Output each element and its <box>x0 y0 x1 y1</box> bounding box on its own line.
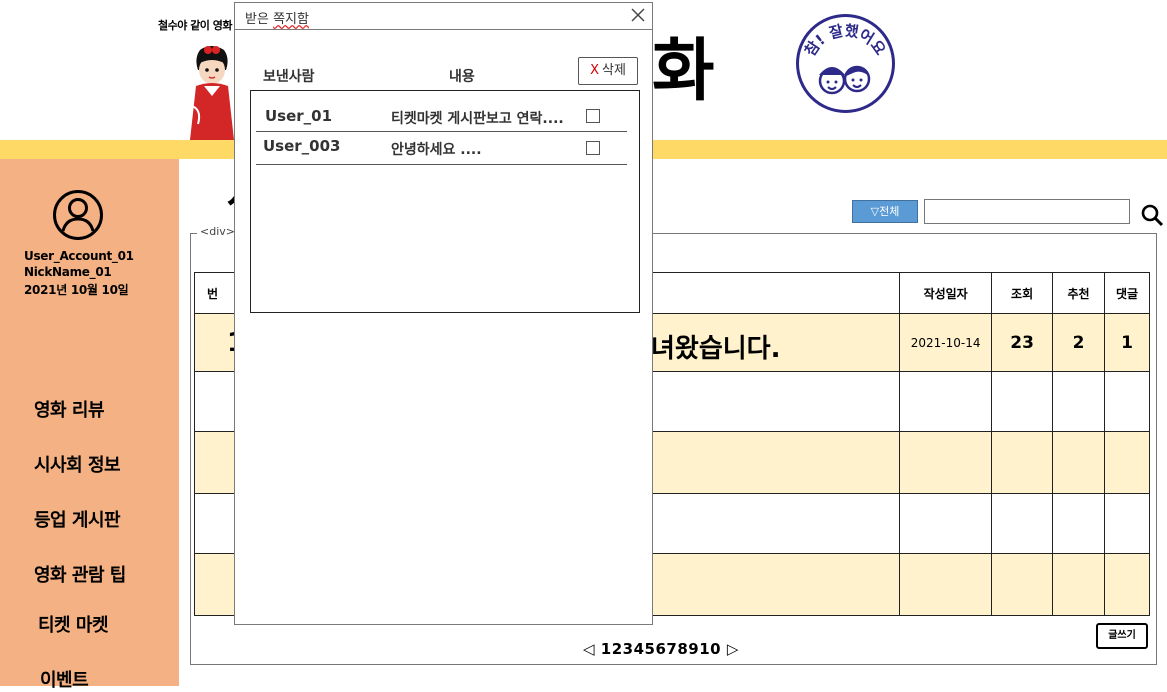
stamp-logo: 참! 잘했어요 <box>796 14 895 113</box>
container-label: <div> <box>197 225 238 238</box>
message-content[interactable]: 안녕하세요 .... <box>391 139 482 159</box>
prev-page-button[interactable]: ◁ <box>583 640 595 658</box>
profile-date: 2021년 10월 10일 <box>24 283 129 297</box>
col-date: 작성일자 <box>899 272 993 314</box>
page-link[interactable]: 6 <box>655 640 666 658</box>
cell-date: 2021-10-14 <box>899 313 993 372</box>
page-link[interactable]: 1 <box>601 640 612 658</box>
pagination: ◁ 12345678910 ▷ <box>583 640 739 658</box>
search-icon[interactable] <box>1140 203 1164 227</box>
sidebar-item-preview-info[interactable]: 시사회 정보 <box>34 451 121 477</box>
message-checkbox[interactable] <box>586 109 600 123</box>
close-icon[interactable] <box>629 6 647 24</box>
page-link[interactable]: 8 <box>677 640 688 658</box>
user-avatar-icon[interactable] <box>52 189 104 241</box>
page-link[interactable]: 7 <box>666 640 677 658</box>
page-link[interactable]: 3 <box>623 640 634 658</box>
page-link[interactable]: 9 <box>688 640 699 658</box>
message-content[interactable]: 티켓마켓 게시판보고 연락.... <box>391 108 564 128</box>
message-list: User_01 티켓마켓 게시판보고 연락.... User_003 안녕하세요… <box>250 90 640 313</box>
sidebar-item-viewing-tips[interactable]: 영화 관람 팁 <box>34 561 126 587</box>
col-recommend: 추천 <box>1052 272 1106 314</box>
delete-button[interactable]: X 삭제 <box>578 57 638 85</box>
page-link[interactable]: 5 <box>645 640 656 658</box>
divider <box>256 164 627 165</box>
sidebar-item-ticket-market[interactable]: 티켓 마켓 <box>38 611 109 637</box>
profile-nickname: NickName_01 <box>24 265 112 279</box>
profile-account: User_Account_01 <box>24 249 134 263</box>
site-title: 화 <box>652 32 715 111</box>
mascot-girl-logo <box>190 46 234 140</box>
sidebar-item-levelup-board[interactable]: 등업 게시판 <box>34 506 121 532</box>
page-link[interactable]: 2 <box>612 640 623 658</box>
cell-comments: 1 <box>1104 313 1150 372</box>
delete-x-icon: X <box>590 63 599 78</box>
message-sender[interactable]: User_01 <box>265 107 332 125</box>
col-sender: 보낸사람 <box>263 69 315 85</box>
page-link[interactable]: 4 <box>634 640 645 658</box>
site-tagline: 철수야 같이 영화 <box>158 19 233 32</box>
cell-recommend: 2 <box>1052 313 1106 372</box>
next-page-button[interactable]: ▷ <box>727 640 739 658</box>
col-comments: 댓글 <box>1104 272 1150 314</box>
search-input[interactable] <box>924 199 1130 224</box>
message-sender[interactable]: User_003 <box>263 137 341 155</box>
cell-views: 23 <box>991 313 1054 372</box>
sidebar-item-movie-review[interactable]: 영화 리뷰 <box>34 396 105 422</box>
col-views: 조회 <box>991 272 1054 314</box>
write-button[interactable]: 글쓰기 <box>1096 623 1148 649</box>
message-checkbox[interactable] <box>586 141 600 155</box>
cell-title-text[interactable]: 녀왔습니다. <box>651 328 780 365</box>
filter-dropdown[interactable]: ▽전체 <box>852 200 918 223</box>
page-link[interactable]: 10 <box>699 640 721 658</box>
inbox-dialog: 받은 쪽지함 보낸사람 내용 X 삭제 User_01 티켓마켓 게시판보고 연락… <box>234 2 653 625</box>
col-content: 내용 <box>449 69 475 85</box>
sidebar-item-event[interactable]: 이벤트 <box>40 666 89 692</box>
divider <box>256 131 627 132</box>
dialog-title: 받은 쪽지함 <box>245 12 309 27</box>
